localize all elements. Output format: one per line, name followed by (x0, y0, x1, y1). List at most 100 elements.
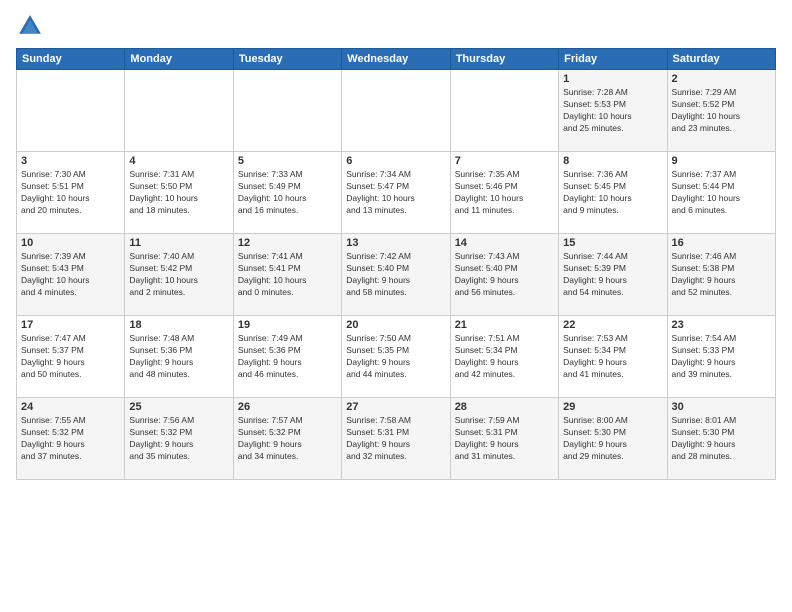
day-number: 27 (346, 401, 445, 413)
calendar-cell: 22 Sunrise: 7:53 AM Sunset: 5:34 PM Dayli… (559, 316, 667, 398)
weekday-header-row: SundayMondayTuesdayWednesdayThursdayFrid… (17, 49, 776, 70)
calendar-cell: 19 Sunrise: 7:49 AM Sunset: 5:36 PM Dayli… (233, 316, 341, 398)
day-number: 21 (455, 319, 554, 331)
day-info: Sunrise: 7:37 AM Sunset: 5:44 PM Dayligh… (672, 169, 771, 217)
day-info: Sunrise: 7:31 AM Sunset: 5:50 PM Dayligh… (129, 169, 228, 217)
day-info: Sunrise: 7:59 AM Sunset: 5:31 PM Dayligh… (455, 415, 554, 463)
calendar-cell: 5Sunrise: 7:33 AM Sunset: 5:49 PM Daylig… (233, 152, 341, 234)
header (16, 12, 776, 40)
day-number: 24 (21, 401, 120, 413)
calendar-cell: 28 Sunrise: 7:59 AM Sunset: 5:31 PM Dayli… (450, 398, 558, 480)
calendar-cell: 16 Sunrise: 7:46 AM Sunset: 5:38 PM Dayli… (667, 234, 775, 316)
day-info: Sunrise: 7:28 AM Sunset: 5:53 PM Dayligh… (563, 87, 662, 135)
day-info: Sunrise: 7:58 AM Sunset: 5:31 PM Dayligh… (346, 415, 445, 463)
calendar-cell: 13Sunrise: 7:42 AM Sunset: 5:40 PM Dayli… (342, 234, 450, 316)
day-info: Sunrise: 7:29 AM Sunset: 5:52 PM Dayligh… (672, 87, 771, 135)
weekday-header-wednesday: Wednesday (342, 49, 450, 70)
day-info: Sunrise: 7:48 AM Sunset: 5:36 PM Dayligh… (129, 333, 228, 381)
calendar-cell (17, 70, 125, 152)
day-number: 3 (21, 155, 120, 167)
weekday-header-friday: Friday (559, 49, 667, 70)
day-number: 25 (129, 401, 228, 413)
day-number: 28 (455, 401, 554, 413)
calendar-cell (342, 70, 450, 152)
day-number: 14 (455, 237, 554, 249)
day-info: Sunrise: 7:46 AM Sunset: 5:38 PM Dayligh… (672, 251, 771, 299)
day-info: Sunrise: 7:54 AM Sunset: 5:33 PM Dayligh… (672, 333, 771, 381)
weekday-header-monday: Monday (125, 49, 233, 70)
page: SundayMondayTuesdayWednesdayThursdayFrid… (0, 0, 792, 612)
day-info: Sunrise: 7:53 AM Sunset: 5:34 PM Dayligh… (563, 333, 662, 381)
week-row-4: 17 Sunrise: 7:47 AM Sunset: 5:37 PM Dayli… (17, 316, 776, 398)
day-number: 17 (21, 319, 120, 331)
calendar-cell: 7 Sunrise: 7:35 AM Sunset: 5:46 PM Daylig… (450, 152, 558, 234)
day-number: 6 (346, 155, 445, 167)
day-info: Sunrise: 7:50 AM Sunset: 5:35 PM Dayligh… (346, 333, 445, 381)
day-info: Sunrise: 7:57 AM Sunset: 5:32 PM Dayligh… (238, 415, 337, 463)
calendar-cell: 6 Sunrise: 7:34 AM Sunset: 5:47 PM Daylig… (342, 152, 450, 234)
calendar-cell: 12 Sunrise: 7:41 AM Sunset: 5:41 PM Dayli… (233, 234, 341, 316)
calendar-cell: 3 Sunrise: 7:30 AM Sunset: 5:51 PM Daylig… (17, 152, 125, 234)
day-number: 22 (563, 319, 662, 331)
day-info: Sunrise: 7:39 AM Sunset: 5:43 PM Dayligh… (21, 251, 120, 299)
week-row-1: 1 Sunrise: 7:28 AM Sunset: 5:53 PM Daylig… (17, 70, 776, 152)
day-info: Sunrise: 7:44 AM Sunset: 5:39 PM Dayligh… (563, 251, 662, 299)
day-number: 23 (672, 319, 771, 331)
day-number: 16 (672, 237, 771, 249)
day-number: 26 (238, 401, 337, 413)
day-info: Sunrise: 7:47 AM Sunset: 5:37 PM Dayligh… (21, 333, 120, 381)
day-number: 8 (563, 155, 662, 167)
day-info: Sunrise: 7:35 AM Sunset: 5:46 PM Dayligh… (455, 169, 554, 217)
week-row-3: 10 Sunrise: 7:39 AM Sunset: 5:43 PM Dayli… (17, 234, 776, 316)
day-number: 20 (346, 319, 445, 331)
day-number: 13 (346, 237, 445, 249)
calendar-cell: 14Sunrise: 7:43 AM Sunset: 5:40 PM Dayli… (450, 234, 558, 316)
logo-icon (16, 12, 44, 40)
calendar-cell: 27 Sunrise: 7:58 AM Sunset: 5:31 PM Dayli… (342, 398, 450, 480)
weekday-header-sunday: Sunday (17, 49, 125, 70)
day-number: 5 (238, 155, 337, 167)
day-info: Sunrise: 7:55 AM Sunset: 5:32 PM Dayligh… (21, 415, 120, 463)
day-number: 29 (563, 401, 662, 413)
calendar-cell: 15 Sunrise: 7:44 AM Sunset: 5:39 PM Dayli… (559, 234, 667, 316)
day-number: 1 (563, 73, 662, 85)
day-info: Sunrise: 8:01 AM Sunset: 5:30 PM Dayligh… (672, 415, 771, 463)
calendar-cell: 10 Sunrise: 7:39 AM Sunset: 5:43 PM Dayli… (17, 234, 125, 316)
week-row-5: 24 Sunrise: 7:55 AM Sunset: 5:32 PM Dayli… (17, 398, 776, 480)
calendar-cell: 8 Sunrise: 7:36 AM Sunset: 5:45 PM Daylig… (559, 152, 667, 234)
day-info: Sunrise: 7:34 AM Sunset: 5:47 PM Dayligh… (346, 169, 445, 217)
day-info: Sunrise: 7:51 AM Sunset: 5:34 PM Dayligh… (455, 333, 554, 381)
calendar-cell: 2 Sunrise: 7:29 AM Sunset: 5:52 PM Daylig… (667, 70, 775, 152)
day-info: Sunrise: 7:41 AM Sunset: 5:41 PM Dayligh… (238, 251, 337, 299)
day-info: Sunrise: 7:40 AM Sunset: 5:42 PM Dayligh… (129, 251, 228, 299)
day-number: 12 (238, 237, 337, 249)
calendar-cell: 18 Sunrise: 7:48 AM Sunset: 5:36 PM Dayli… (125, 316, 233, 398)
day-number: 7 (455, 155, 554, 167)
day-number: 30 (672, 401, 771, 413)
calendar-cell: 29 Sunrise: 8:00 AM Sunset: 5:30 PM Dayli… (559, 398, 667, 480)
calendar-cell: 23 Sunrise: 7:54 AM Sunset: 5:33 PM Dayli… (667, 316, 775, 398)
day-info: Sunrise: 7:30 AM Sunset: 5:51 PM Dayligh… (21, 169, 120, 217)
day-number: 15 (563, 237, 662, 249)
day-number: 19 (238, 319, 337, 331)
weekday-header-thursday: Thursday (450, 49, 558, 70)
calendar-cell: 9 Sunrise: 7:37 AM Sunset: 5:44 PM Daylig… (667, 152, 775, 234)
calendar-cell (125, 70, 233, 152)
day-number: 2 (672, 73, 771, 85)
day-info: Sunrise: 7:36 AM Sunset: 5:45 PM Dayligh… (563, 169, 662, 217)
day-number: 10 (21, 237, 120, 249)
day-number: 18 (129, 319, 228, 331)
calendar-cell: 24 Sunrise: 7:55 AM Sunset: 5:32 PM Dayli… (17, 398, 125, 480)
calendar-cell (233, 70, 341, 152)
day-info: Sunrise: 7:56 AM Sunset: 5:32 PM Dayligh… (129, 415, 228, 463)
day-number: 4 (129, 155, 228, 167)
calendar-cell: 17 Sunrise: 7:47 AM Sunset: 5:37 PM Dayli… (17, 316, 125, 398)
calendar-cell: 4 Sunrise: 7:31 AM Sunset: 5:50 PM Daylig… (125, 152, 233, 234)
calendar-table: SundayMondayTuesdayWednesdayThursdayFrid… (16, 48, 776, 480)
day-info: Sunrise: 7:49 AM Sunset: 5:36 PM Dayligh… (238, 333, 337, 381)
calendar-cell: 1 Sunrise: 7:28 AM Sunset: 5:53 PM Daylig… (559, 70, 667, 152)
day-number: 9 (672, 155, 771, 167)
calendar-cell (450, 70, 558, 152)
logo (16, 12, 48, 40)
day-info: Sunrise: 8:00 AM Sunset: 5:30 PM Dayligh… (563, 415, 662, 463)
